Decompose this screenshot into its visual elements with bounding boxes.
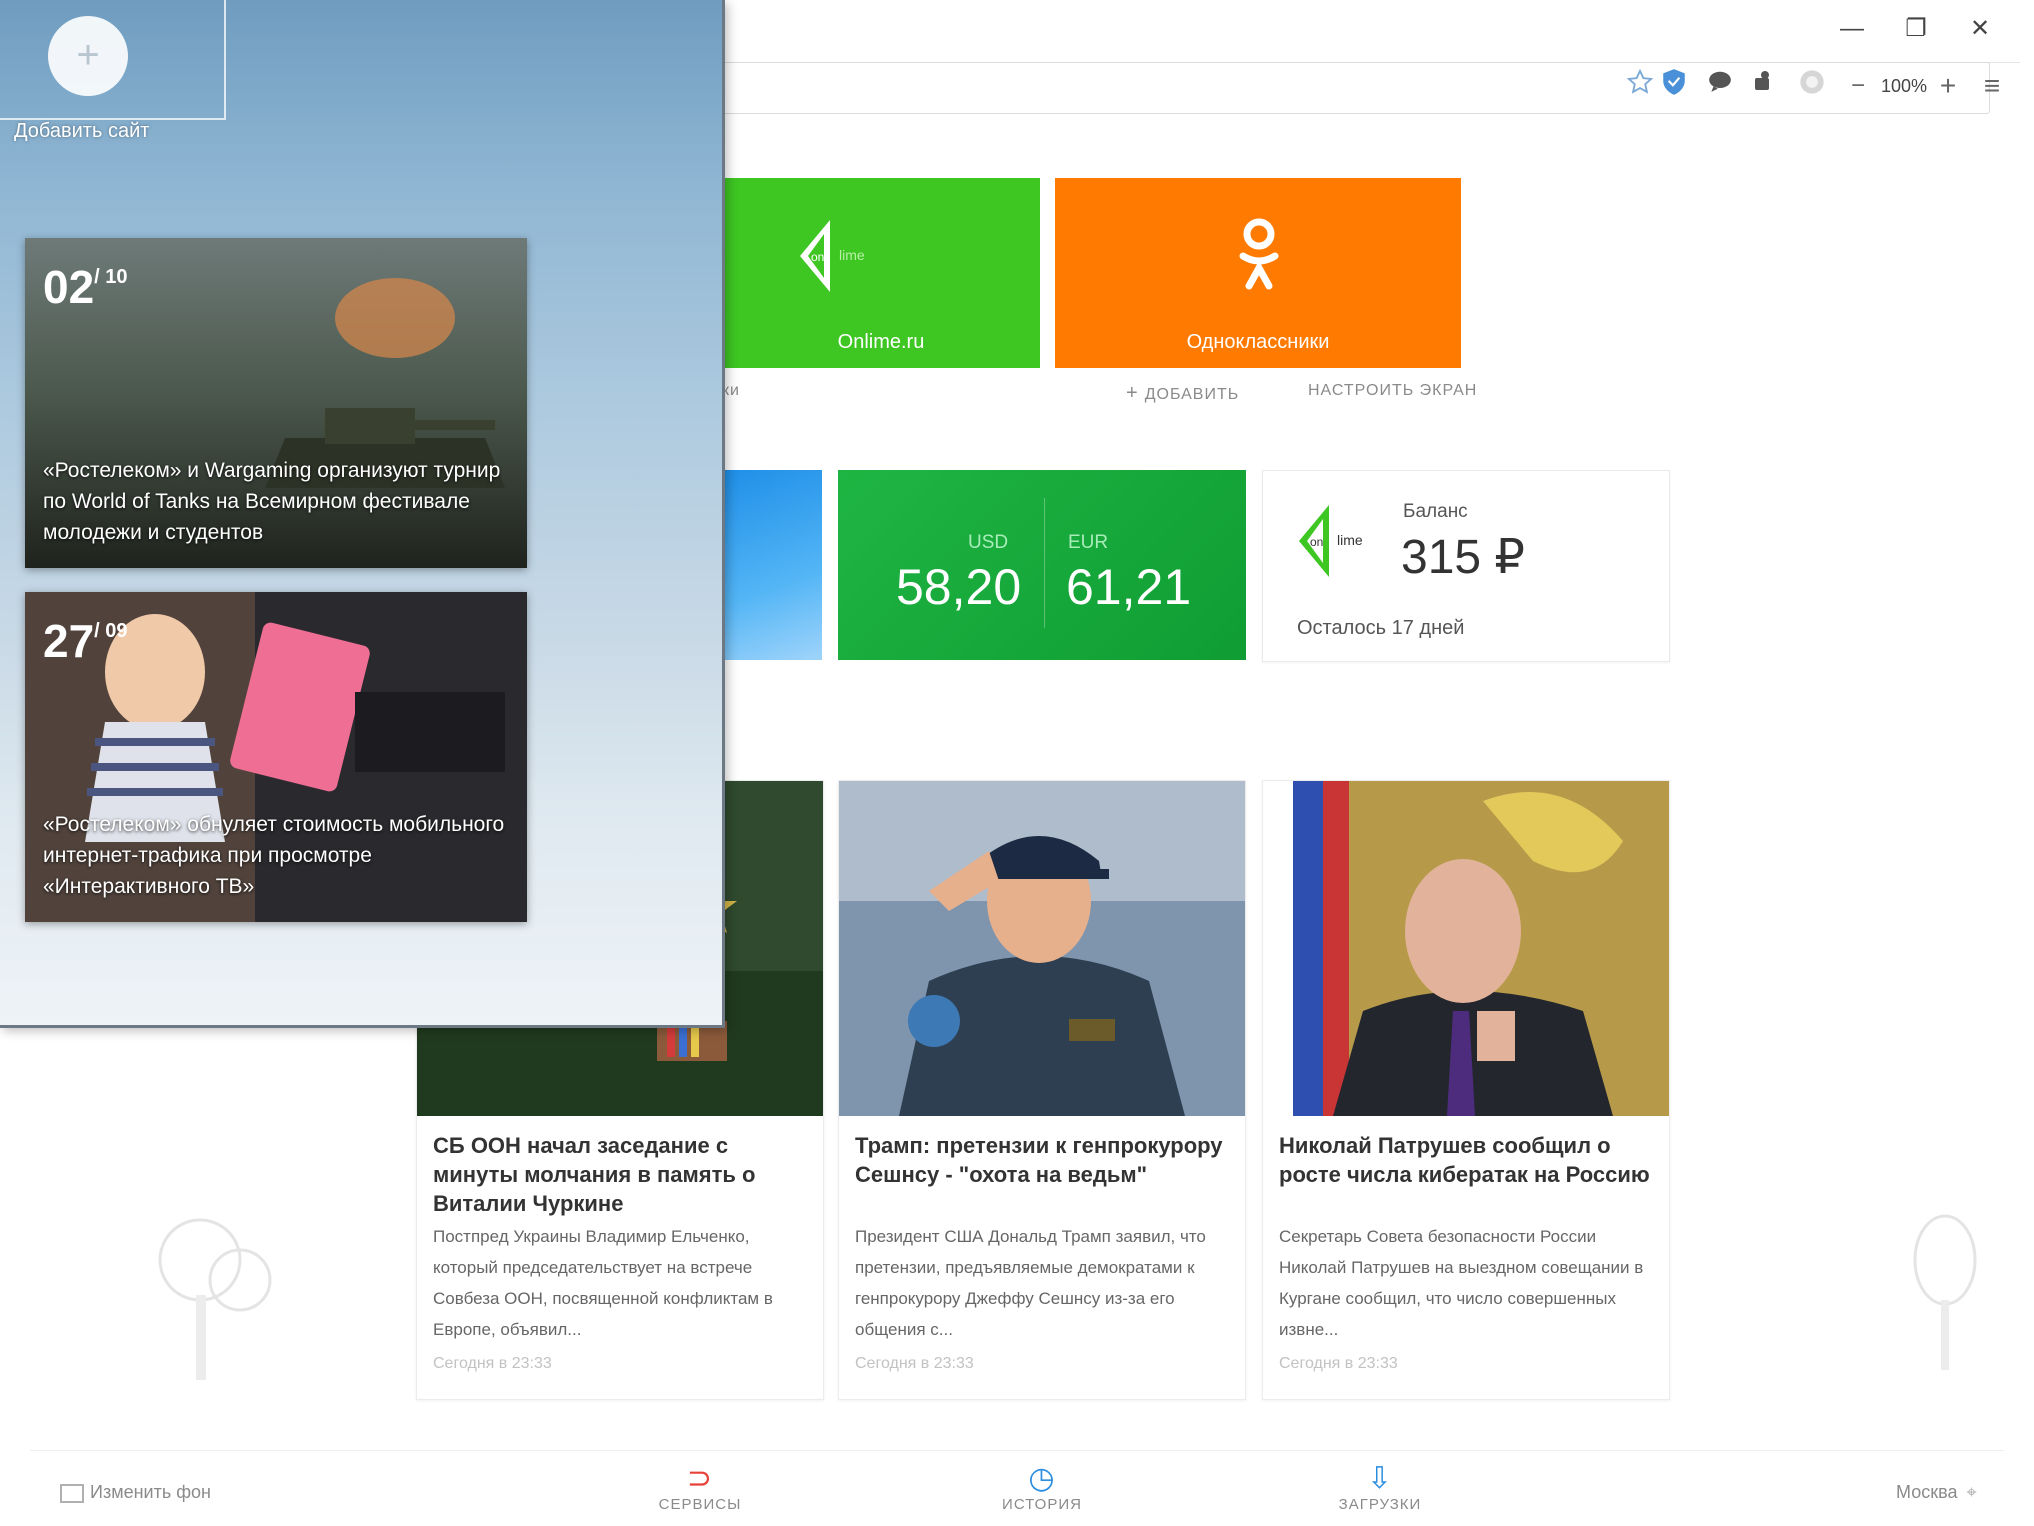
promo-date: 02/ 10	[43, 261, 128, 313]
add-tile-button[interactable]: + ДОБАВИТЬ	[1126, 382, 1239, 405]
usd-value: 58,20	[896, 559, 1022, 615]
tile-label: Onlime.ru	[837, 331, 925, 353]
downloads-button[interactable]: ⇩ ЗАГРУЗКИ	[1330, 1462, 1430, 1513]
news-description: Президент США Дональд Трамп заявил, что …	[855, 1227, 1206, 1339]
add-tile-label: ДОБАВИТЬ	[1144, 386, 1240, 403]
menu-icon[interactable]: ≡	[1974, 68, 2010, 104]
tile-onlime[interactable]: on lime Onlime.ru	[722, 178, 1040, 368]
history-label: ИСТОРИЯ	[1002, 1496, 1082, 1513]
usd-label: USD	[968, 532, 1009, 553]
eur-value: 61,21	[1066, 559, 1192, 615]
promo-text: «Ростелеком» обнуляет стоимость мобильно…	[43, 813, 505, 898]
services-button[interactable]: ⊃ СЕРВИСЫ	[650, 1462, 750, 1513]
extension-icon[interactable]	[1746, 68, 1782, 104]
svg-text:on: on	[1310, 535, 1323, 549]
shield-icon[interactable]	[1656, 68, 1692, 104]
news-time: Сегодня в 23:33	[433, 1355, 552, 1372]
news-description: Секретарь Совета безопасности России Ник…	[1279, 1227, 1644, 1339]
svg-text:on: on	[811, 250, 824, 264]
zoom-out-button[interactable]: −	[1840, 68, 1876, 104]
promo-text: «Ростелеком» и Wargaming организуют турн…	[43, 459, 501, 544]
news-image	[839, 781, 1245, 1116]
add-site-label[interactable]: Добавить сайт	[14, 120, 149, 143]
news-title[interactable]: СБ ООН начал заседание с минуты молчания…	[433, 1131, 807, 1218]
chat-icon[interactable]	[1702, 68, 1738, 104]
services-icon: ⊃	[686, 1462, 714, 1495]
news-card[interactable]: Трамп: претензии к генпрокурору Сешнсу -…	[838, 780, 1246, 1400]
svg-text:lime: lime	[1337, 532, 1363, 548]
news-time: Сегодня в 23:33	[1279, 1355, 1398, 1372]
image-icon	[60, 1483, 84, 1503]
onlime-logo-icon: on lime	[1299, 505, 1363, 577]
download-icon: ⇩	[1366, 1462, 1394, 1495]
clock-icon: ◷	[1028, 1462, 1056, 1495]
add-site-tile[interactable]: +	[0, 0, 226, 120]
news-card[interactable]: Николай Патрушев сообщил о росте числа к…	[1262, 780, 1670, 1400]
city-label: Москва	[1896, 1482, 1958, 1502]
zoom-level: 100%	[1880, 76, 1928, 96]
restore-button[interactable]: ❐	[1896, 12, 1936, 46]
history-button[interactable]: ◷ ИСТОРИЯ	[992, 1462, 1092, 1513]
eur-label: EUR	[1068, 532, 1109, 553]
city-selector[interactable]: Москва ⌖	[1896, 1482, 1977, 1503]
promo-card[interactable]: 27/ 09 «Ростелеком» обнуляет стоимость м…	[25, 592, 527, 922]
news-title[interactable]: Николай Патрушев сообщил о росте числа к…	[1279, 1131, 1653, 1189]
tree-decoration-icon	[158, 1218, 272, 1380]
balance-amount: 315 ₽	[1401, 531, 1525, 584]
minimize-button[interactable]: —	[1832, 12, 1872, 46]
balance-widget[interactable]: on lime Баланс 315 ₽ Осталось 17 дней	[1262, 470, 1670, 662]
change-background-label: Изменить фон	[90, 1482, 211, 1502]
change-background-button[interactable]: Изменить фон	[60, 1482, 211, 1503]
odnoklassniki-logo-icon	[1239, 218, 1279, 290]
title-bar	[720, 10, 2020, 63]
news-title[interactable]: Трамп: претензии к генпрокурору Сешнсу -…	[855, 1131, 1229, 1189]
balance-label: Баланс	[1403, 501, 1468, 522]
bookmark-star-icon[interactable]	[1622, 68, 1658, 104]
downloads-label: ЗАГРУЗКИ	[1338, 1496, 1422, 1513]
location-pin-icon: ⌖	[1966, 1482, 1977, 1502]
balance-remaining: Осталось 17 дней	[1297, 617, 1465, 639]
services-label: СЕРВИСЫ	[658, 1496, 742, 1513]
onlime-logo-icon: on lime	[800, 220, 865, 292]
currency-divider	[1044, 498, 1045, 628]
svg-text:lime: lime	[839, 247, 865, 263]
add-icon: +	[1126, 382, 1139, 404]
tree-decoration-icon	[1913, 1214, 1977, 1370]
promo-card[interactable]: 02/ 10 «Ростелеком» и Wargaming организу…	[25, 238, 527, 568]
close-button[interactable]: ✕	[1960, 12, 2000, 46]
tile-label: Одноклассники	[1186, 331, 1330, 353]
zoom-in-button[interactable]: +	[1930, 68, 1966, 104]
weather-widget[interactable]	[722, 470, 822, 660]
side-panel: + Добавить сайт 02/ 10 «Ростелеком» и Wa…	[0, 0, 725, 1028]
tile-odnoklassniki[interactable]: Одноклассники	[1055, 178, 1461, 368]
news-time: Сегодня в 23:33	[855, 1355, 974, 1372]
news-image	[1263, 781, 1669, 1116]
add-site-button[interactable]: +	[48, 16, 128, 96]
currency-widget[interactable]: USD 58,20 EUR 61,21	[838, 470, 1246, 660]
sync-icon[interactable]	[1794, 68, 1830, 104]
promo-date: 27/ 09	[43, 615, 128, 667]
news-description: Постпред Украины Владимир Ельченко, кото…	[433, 1227, 773, 1339]
customize-screen-button[interactable]: НАСТРОИТЬ ЭКРАН	[1308, 382, 1477, 400]
